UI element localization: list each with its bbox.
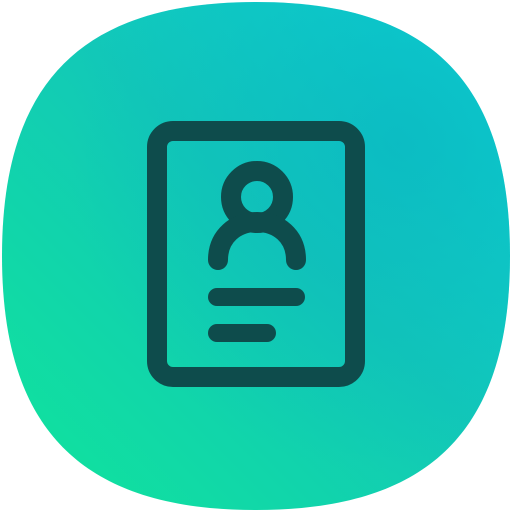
icon-background-sheen (2, 2, 510, 510)
app-icon-canvas (0, 0, 512, 512)
contact-card-icon[interactable] (0, 0, 512, 512)
